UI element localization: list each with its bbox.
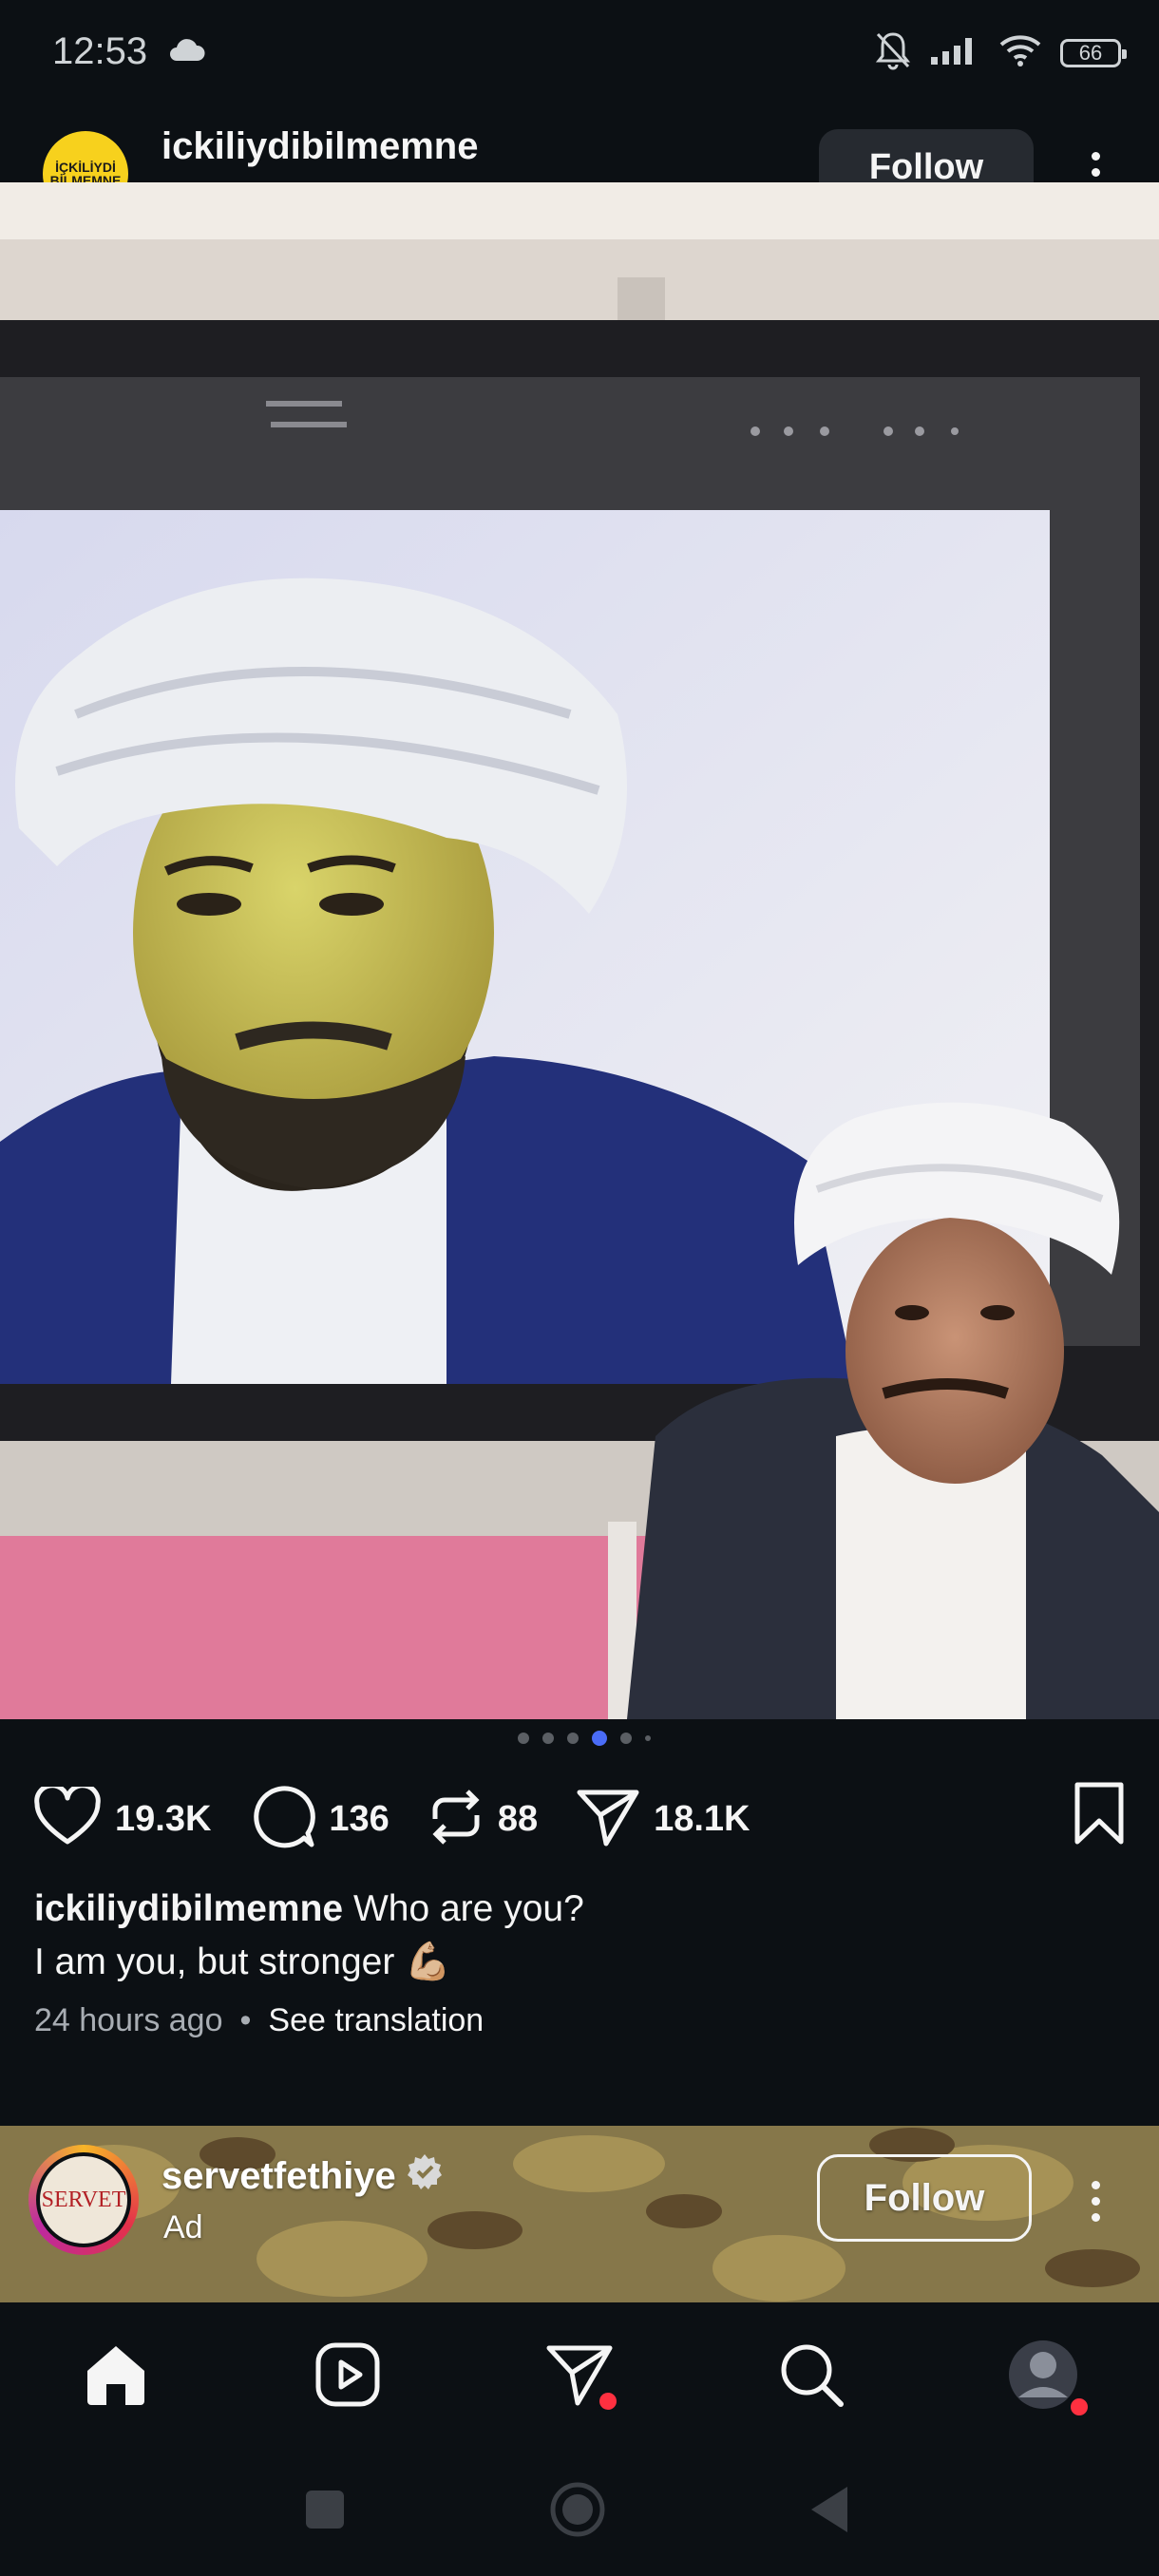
verified-badge-icon <box>406 2152 444 2200</box>
status-icons: 66 <box>874 30 1127 75</box>
wifi-icon <box>998 33 1043 72</box>
post-media[interactable] <box>0 182 1159 1719</box>
ad-post-header: SERVET servetfethiye Ad Follow <box>0 2126 1159 2302</box>
carousel-dot <box>518 1733 529 1744</box>
carousel-dot-active <box>592 1731 607 1746</box>
share-count[interactable]: 18.1K <box>654 1799 750 1840</box>
messages-notification-dot <box>597 2390 619 2413</box>
signal-icon <box>929 34 980 71</box>
ad-more-options-icon[interactable] <box>1091 2181 1100 2222</box>
back-button-icon[interactable] <box>808 2485 849 2539</box>
status-bar: 12:53 66 <box>0 0 1159 114</box>
repost-icon[interactable] <box>428 1787 484 1852</box>
ad-avatar-logo: SERVET <box>36 2152 131 2247</box>
ad-username[interactable]: servetfethiye <box>162 2155 396 2198</box>
ad-avatar[interactable]: SERVET <box>28 2145 139 2255</box>
carousel-indicator <box>518 1731 651 1746</box>
comment-action[interactable]: 136 <box>249 1784 390 1855</box>
profile-notification-dot <box>1068 2396 1091 2418</box>
carousel-dot <box>567 1733 579 1744</box>
share-icon[interactable] <box>576 1787 640 1852</box>
repost-count[interactable]: 88 <box>498 1799 538 1840</box>
ad-username-row[interactable]: servetfethiye <box>162 2152 444 2200</box>
muscle-emoji: 💪🏼 <box>405 1941 451 1982</box>
post-actions: 19.3K 136 88 18.1K <box>33 1781 1126 1857</box>
share-action[interactable]: 18.1K <box>576 1787 750 1852</box>
search-icon[interactable] <box>773 2337 849 2413</box>
profile-avatar[interactable] <box>1005 2337 1091 2418</box>
see-translation-link[interactable]: See translation <box>268 2002 484 2039</box>
carousel-dot <box>542 1733 554 1744</box>
repost-action[interactable]: 88 <box>428 1787 538 1852</box>
reels-icon[interactable] <box>310 2337 386 2413</box>
home-button-icon[interactable] <box>549 2481 606 2543</box>
like-action[interactable]: 19.3K <box>33 1782 211 1852</box>
system-navigation-bar <box>0 2447 1159 2576</box>
heart-icon[interactable] <box>33 1782 102 1852</box>
like-count[interactable]: 19.3K <box>115 1799 211 1840</box>
post-meta: 24 hours ago • See translation <box>34 2002 484 2039</box>
clock: 12:53 <box>52 30 148 72</box>
post-caption: ickiliydibilmemne Who are you? I am you,… <box>34 1883 1127 1989</box>
caption-username[interactable]: ickiliydibilmemne <box>34 1888 343 1929</box>
bell-off-icon <box>874 30 912 75</box>
caption-line2: I am you, but stronger <box>34 1941 395 1982</box>
carousel-dot <box>620 1733 632 1744</box>
bookmark-icon[interactable] <box>1073 1781 1126 1852</box>
comment-icon[interactable] <box>249 1784 316 1855</box>
more-options-icon[interactable] <box>1091 152 1100 182</box>
ad-follow-button[interactable]: Follow <box>817 2154 1032 2242</box>
recents-button-icon[interactable] <box>304 2489 346 2535</box>
messages-icon[interactable] <box>542 2337 619 2413</box>
post-header: İÇKİLİYDİ BİLMEMNE ickiliydibilmemne Fol… <box>0 114 1159 182</box>
cloud-icon <box>167 38 205 67</box>
follow-button[interactable]: Follow <box>819 129 1034 182</box>
comment-count[interactable]: 136 <box>329 1799 389 1840</box>
ad-label: Ad <box>163 2209 203 2245</box>
post-time: 24 hours ago <box>34 2002 223 2038</box>
home-icon[interactable] <box>78 2337 154 2413</box>
caption-line1: Who are you? <box>352 1888 584 1929</box>
battery-icon: 66 <box>1060 38 1127 67</box>
bottom-navigation <box>0 2302 1159 2447</box>
meta-separator: • <box>239 2002 252 2038</box>
post-username[interactable]: ickiliydibilmemne <box>162 125 478 168</box>
author-avatar[interactable]: İÇKİLİYDİ BİLMEMNE <box>43 131 128 182</box>
carousel-dot <box>645 1735 651 1741</box>
